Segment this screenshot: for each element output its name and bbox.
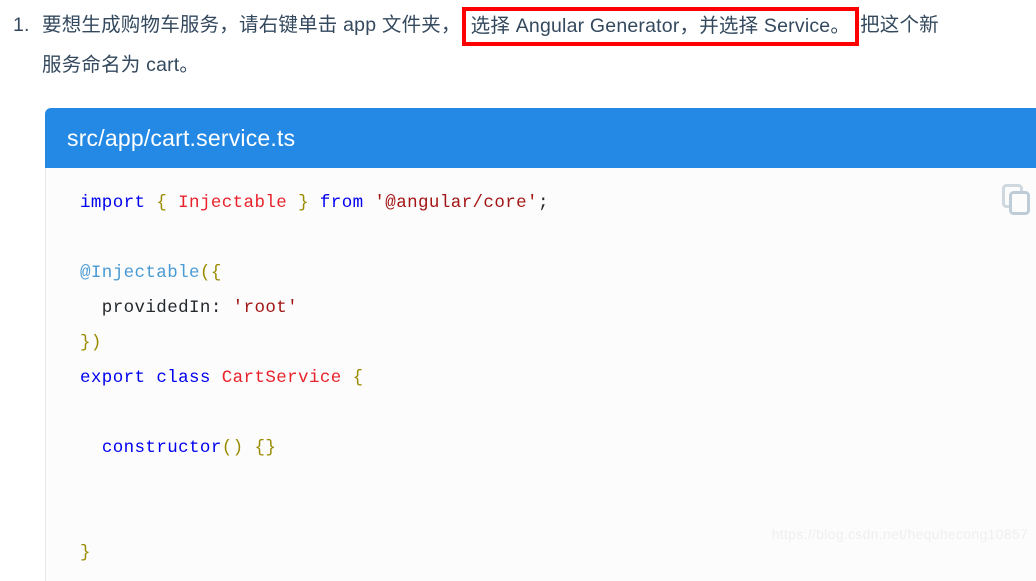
code-token: {: [352, 368, 364, 388]
copy-icon[interactable]: [999, 182, 1033, 216]
code-token: ;: [537, 193, 549, 213]
code-line: }): [80, 333, 102, 353]
code-token: }: [80, 543, 91, 563]
code-token: constructor: [101, 438, 222, 458]
code-line: export class CartService {: [80, 368, 363, 388]
code-line: import { Injectable } from '@angular/cor…: [80, 193, 549, 213]
code-file-title: src/app/cart.service.ts: [45, 108, 1036, 168]
code-token: Injectable: [178, 193, 288, 213]
list-item-body: 要想生成购物车服务，请右键单击 app 文件夹， 选择 Angular Gener…: [0, 0, 1036, 85]
code-token: @Injectable: [80, 263, 200, 283]
code-line: }: [80, 543, 91, 563]
code-token: ): [90, 333, 102, 353]
instruction-list: 1. 要想生成购物车服务，请右键单击 app 文件夹， 选择 Angular Ge…: [0, 0, 1036, 85]
code-token: }: [80, 333, 91, 353]
code-token: export: [80, 368, 146, 388]
instruction-text-line2: 服务命名为 cart。: [42, 54, 200, 77]
list-item: 1. 要想生成购物车服务，请右键单击 app 文件夹， 选择 Angular Ge…: [0, 0, 1036, 85]
code-token: 'root': [232, 298, 299, 318]
instruction-text-after: 把这个新: [860, 14, 939, 36]
code-token: {: [254, 438, 266, 458]
code-content[interactable]: import { Injectable } from '@angular/cor…: [46, 186, 1036, 571]
instruction-text-before: 要想生成购物车服务，请右键单击 app 文件夹，: [42, 14, 461, 36]
code-token: }: [265, 438, 277, 458]
code-token: '@angular/core': [374, 193, 538, 213]
code-token: (: [199, 263, 211, 283]
code-line: providedIn: 'root': [80, 298, 298, 318]
list-item-marker: 1.: [13, 14, 30, 36]
code-token: import: [80, 193, 146, 213]
watermark: https://blog.csdn.net/hequhecong10857: [771, 526, 1028, 542]
code-token: (: [221, 438, 233, 458]
code-token: CartService: [221, 368, 342, 388]
code-token: class: [156, 368, 211, 388]
red-highlight-box: 选择 Angular Generator，并选择 Service。: [461, 7, 860, 47]
code-token: {: [156, 193, 168, 213]
code-token: :: [210, 298, 222, 318]
code-token: providedIn: [80, 298, 211, 318]
code-token: ): [232, 438, 244, 458]
code-body: import { Injectable } from '@angular/cor…: [45, 168, 1036, 581]
code-token: {: [210, 263, 222, 283]
code-line: @Injectable({: [80, 263, 222, 283]
code-token: }: [298, 193, 309, 213]
instruction-text-highlighted: 选择 Angular Generator，并选择 Service。: [470, 15, 851, 38]
code-token: from: [319, 193, 364, 213]
code-block-card: src/app/cart.service.ts import { Injecta…: [45, 108, 1036, 581]
code-line: constructor() {}: [80, 438, 276, 458]
